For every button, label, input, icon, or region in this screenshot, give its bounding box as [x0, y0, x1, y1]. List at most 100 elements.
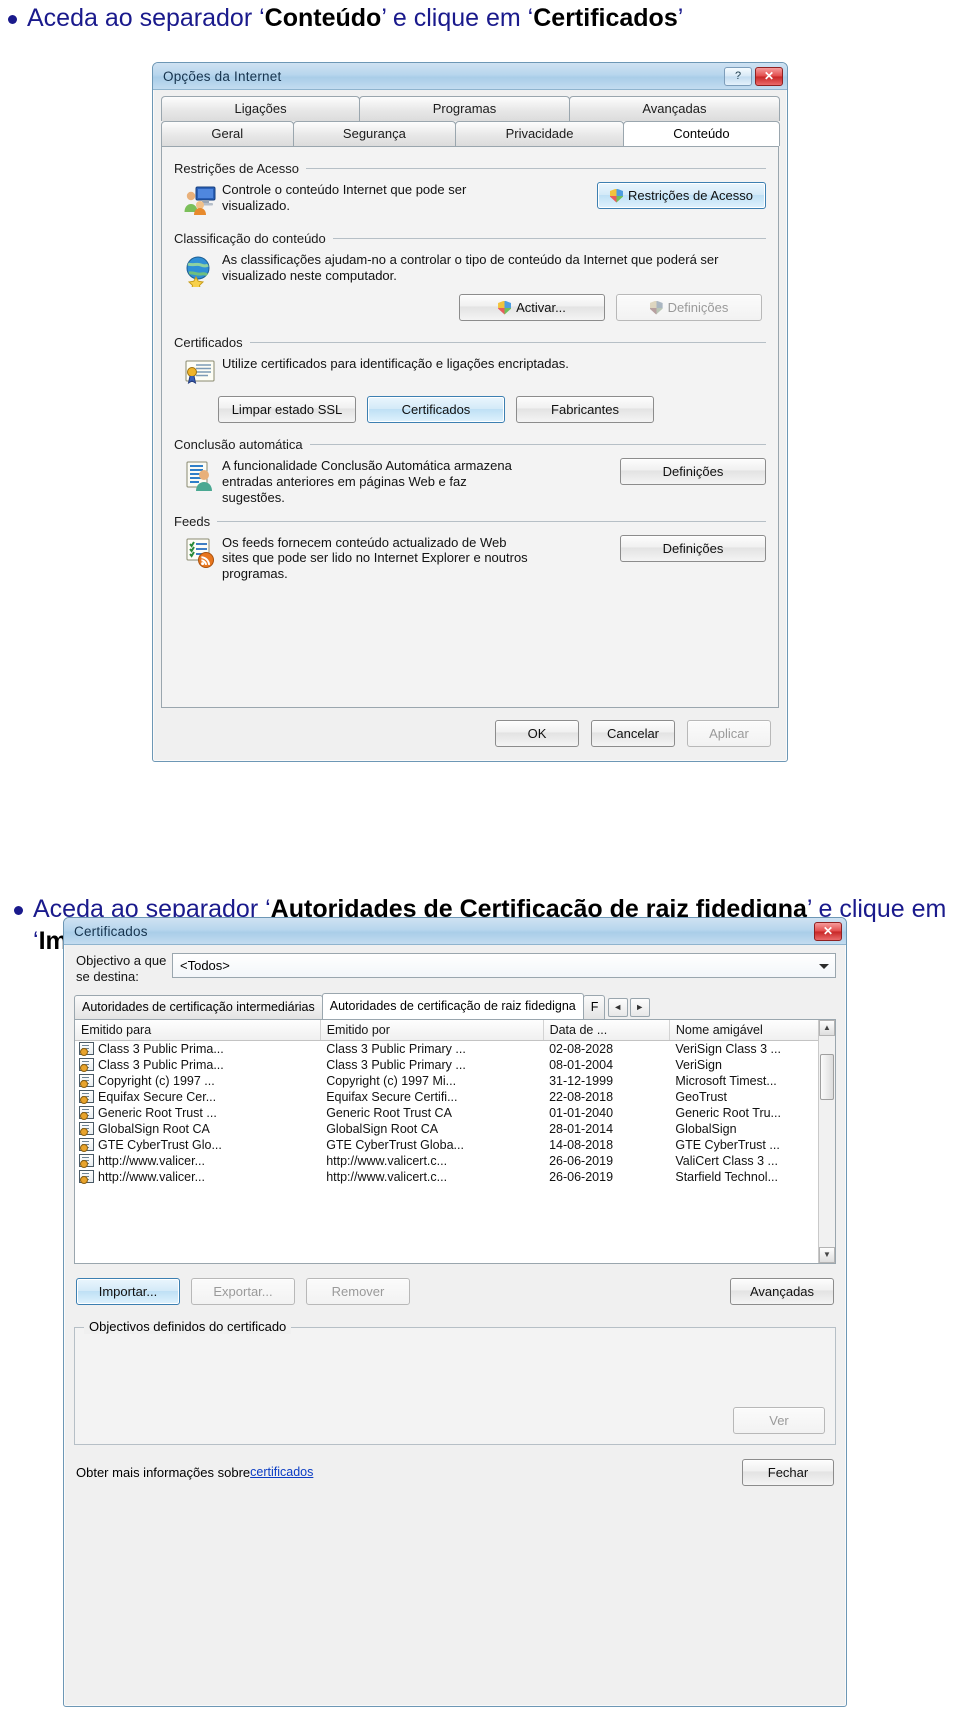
cell-emitido-para: Generic Root Trust ...	[75, 1105, 320, 1121]
tab-conteudo[interactable]: Conteúdo	[622, 121, 781, 146]
learn-more-row: Obter mais informações sobre certificado…	[64, 1445, 846, 1486]
group-caption-classificacao: Classificação do conteúdo	[174, 231, 766, 246]
internet-options-tabstrip: Ligações Programas Avançadas Geral Segur…	[153, 90, 787, 146]
shield-icon	[649, 300, 663, 315]
list-vertical-scrollbar[interactable]: ▲ ▼	[818, 1019, 835, 1263]
certificates-list[interactable]: Emitido para Emitido por Data de ... Nom…	[74, 1018, 836, 1264]
certificados-button[interactable]: Certificados	[367, 396, 505, 423]
group-classificacao-do-conteudo: Classificação do conteúdo As classificaç…	[174, 231, 766, 321]
table-row[interactable]: http://www.valicer... http://www.valicert…	[75, 1153, 818, 1169]
scroll-down-icon[interactable]: ▼	[819, 1246, 835, 1263]
column-data-de[interactable]: Data de ...	[543, 1019, 670, 1041]
certificate-purposes-group: Objectivos definidos do certificado Ver	[74, 1318, 836, 1445]
certificates-table-body: Class 3 Public Prima... Class 3 Public Pr…	[75, 1040, 818, 1185]
cell-emitido-por: Equifax Secure Certifi...	[326, 1089, 458, 1104]
aplicar-button[interactable]: Aplicar	[687, 720, 771, 747]
importar-button[interactable]: Importar...	[76, 1277, 180, 1305]
scrollbar-track[interactable]	[819, 1036, 835, 1247]
cell-text: Class 3 Public Prima...	[98, 1057, 224, 1072]
cell-text: GTE CyberTrust Glo...	[98, 1137, 222, 1152]
table-row[interactable]: Generic Root Trust ... Generic Root Trust…	[75, 1105, 818, 1121]
purpose-select-value: <Todos>	[180, 958, 230, 973]
help-button[interactable]: ?	[724, 66, 752, 86]
table-row[interactable]: Equifax Secure Cer... Equifax Secure Cert…	[75, 1089, 818, 1105]
column-nome-amigavel[interactable]: Nome amigável	[669, 1019, 818, 1041]
ok-button[interactable]: OK	[495, 720, 579, 747]
table-row[interactable]: GTE CyberTrust Glo... GTE CyberTrust Glob…	[75, 1137, 818, 1153]
autocomplete-icon	[178, 458, 222, 506]
cancelar-button[interactable]: Cancelar	[591, 720, 675, 747]
tab-autoridades-raiz-fidedigna[interactable]: Autoridades de certificação de raiz fide…	[321, 992, 584, 1019]
fechar-button[interactable]: Fechar	[742, 1458, 834, 1486]
tab-geral[interactable]: Geral	[161, 121, 294, 146]
close-button[interactable]: ✕	[755, 66, 783, 86]
activar-button[interactable]: Activar...	[459, 294, 605, 321]
table-row[interactable]: Class 3 Public Prima... Class 3 Public Pr…	[75, 1040, 818, 1057]
cell-emitido-para: Class 3 Public Prima...	[75, 1057, 320, 1073]
table-row[interactable]: Class 3 Public Prima... Class 3 Public Pr…	[75, 1057, 818, 1073]
column-emitido-por[interactable]: Emitido por	[320, 1019, 544, 1041]
definicoes-conclusao-button[interactable]: Definições	[620, 458, 766, 485]
certificate-icon	[79, 1121, 94, 1136]
cell-data-de: 31-12-1999	[549, 1073, 614, 1088]
tab-ligacoes[interactable]: Ligações	[161, 96, 361, 121]
bullet-dot-icon	[14, 906, 23, 915]
restricoes-de-acesso-button[interactable]: Restrições de Acesso	[596, 182, 766, 209]
cell-data-de: 28-01-2014	[549, 1121, 614, 1136]
certificados-link[interactable]: certificados	[250, 1465, 313, 1479]
certificate-purposes-caption: Objectivos definidos do certificado	[84, 1318, 292, 1334]
avancadas-button[interactable]: Avançadas	[730, 1277, 834, 1305]
exportar-button[interactable]: Exportar...	[191, 1277, 295, 1305]
table-row[interactable]: Copyright (c) 1997 ... Copyright (c) 1997…	[75, 1073, 818, 1089]
certificates-titlebar-buttons: ✕	[814, 921, 842, 941]
feeds-row: Os feeds fornecem conteúdo actualizado d…	[222, 534, 766, 583]
group-caption-feeds: Feeds	[174, 514, 766, 529]
group-body-classificacao: As classificações ajudam-no a controlar …	[174, 246, 766, 287]
feeds-rss-icon	[178, 535, 222, 583]
certificate-icon	[79, 1153, 94, 1168]
close-button[interactable]: ✕	[814, 921, 842, 941]
group-caption-certificados: Certificados	[174, 335, 766, 350]
definicoes-classificacao-button[interactable]: Definições	[616, 294, 762, 321]
tab-programas[interactable]: Programas	[359, 96, 570, 121]
tab-partial-next[interactable]: F	[582, 994, 605, 1019]
internet-options-footer: OK Cancelar Aplicar	[153, 708, 787, 761]
chevron-down-icon	[819, 963, 829, 969]
certificates-action-row: Importar... Exportar... Remover Avançada…	[64, 1264, 846, 1305]
purpose-select[interactable]: <Todos>	[172, 953, 836, 978]
tab-seguranca[interactable]: Segurança	[292, 121, 457, 146]
content-advisor-globe-icon	[178, 252, 222, 287]
cell-text: http://www.valicer...	[98, 1169, 205, 1184]
cell-text: Copyright (c) 1997 ...	[98, 1073, 215, 1088]
certificates-table: Emitido para Emitido por Data de ... Nom…	[75, 1019, 818, 1185]
tab-avancadas[interactable]: Avançadas	[568, 96, 780, 121]
cell-nome-amigavel: GlobalSign	[675, 1121, 737, 1136]
group-certificados: Certificados Utilize certificados para i…	[174, 335, 766, 423]
scrollbar-thumb[interactable]	[820, 1053, 834, 1100]
column-emitido-para[interactable]: Emitido para	[75, 1019, 321, 1041]
tab-autoridades-intermediarias[interactable]: Autoridades de certificação intermediári…	[74, 994, 323, 1019]
scroll-up-icon[interactable]: ▲	[819, 1019, 835, 1036]
definicoes-feeds-button[interactable]: Definições	[620, 534, 766, 562]
cell-emitido-para: http://www.valicer...	[75, 1153, 320, 1169]
ver-button[interactable]: Ver	[733, 1406, 825, 1434]
table-row[interactable]: http://www.valicer... http://www.valicert…	[75, 1169, 818, 1185]
fabricantes-button[interactable]: Fabricantes	[516, 396, 654, 423]
tab-scroll-right-icon[interactable]: ►	[629, 997, 650, 1017]
cell-text: Generic Root Trust ...	[98, 1105, 217, 1120]
remover-button[interactable]: Remover	[306, 1277, 410, 1305]
instruction-1-prefix: Aceda ao separador ‘	[27, 4, 265, 32]
cell-emitido-para: Class 3 Public Prima...	[75, 1040, 320, 1057]
certificate-icon	[79, 1169, 94, 1184]
tab-privacidade[interactable]: Privacidade	[455, 121, 624, 146]
table-row[interactable]: GlobalSign Root CA GlobalSign Root CA 28-0…	[75, 1121, 818, 1137]
group-feeds: Feeds Os feeds fornecem conteúdo actuali…	[174, 514, 766, 583]
limpar-estado-ssl-button[interactable]: Limpar estado SSL	[218, 396, 356, 423]
conclusao-description: A funcionalidade Conclusão Automática ar…	[222, 458, 512, 505]
cell-nome-amigavel: VeriSign Class 3 ...	[675, 1041, 781, 1056]
table-header-row: Emitido para Emitido por Data de ... Nom…	[75, 1019, 818, 1041]
certificados-button-row: Limpar estado SSL Certificados Fabricant…	[174, 396, 766, 423]
tab-scroll-left-icon[interactable]: ◄	[607, 997, 628, 1017]
group-caption-restricoes: Restrições de Acesso	[174, 161, 766, 176]
internet-options-title: Opções da Internet	[163, 68, 282, 84]
